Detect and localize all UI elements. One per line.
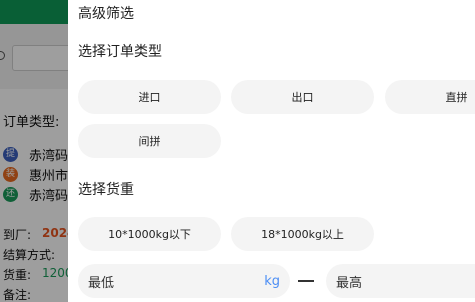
max-weight-placeholder: 最高 (336, 275, 363, 291)
weight-section-title: 选择货重 (78, 182, 134, 198)
background-order-list: 订单类型: 提 赤湾码 装 惠州市 还 赤湾码 到厂: 2024 结算方式: 货… (0, 0, 68, 302)
order-type-chip-export[interactable]: 出口 (231, 80, 374, 114)
min-weight-input[interactable]: 最低 kg (78, 264, 290, 298)
dim-overlay[interactable] (0, 0, 68, 302)
max-weight-input[interactable]: 最高 (326, 264, 475, 298)
order-type-chip-import[interactable]: 进口 (78, 80, 221, 114)
order-type-chip-indirect[interactable]: 间拼 (78, 124, 221, 158)
range-separator (298, 280, 314, 282)
drawer-title: 高级筛选 (78, 6, 134, 22)
screen: 订单类型: 提 赤湾码 装 惠州市 还 赤湾码 到厂: 2024 结算方式: 货… (0, 0, 475, 302)
weight-chip-over-18t[interactable]: 18*1000kg以上 (231, 217, 374, 251)
min-weight-placeholder: 最低 (88, 275, 115, 291)
advanced-filter-drawer: 高级筛选 选择订单类型 进口 出口 直拼 间拼 选择货重 10*1000kg以下… (68, 0, 475, 302)
min-weight-unit: kg (264, 273, 280, 289)
weight-chip-under-10t[interactable]: 10*1000kg以下 (78, 217, 221, 251)
order-type-section-title: 选择订单类型 (78, 44, 162, 60)
order-type-chip-direct[interactable]: 直拼 (385, 80, 475, 114)
